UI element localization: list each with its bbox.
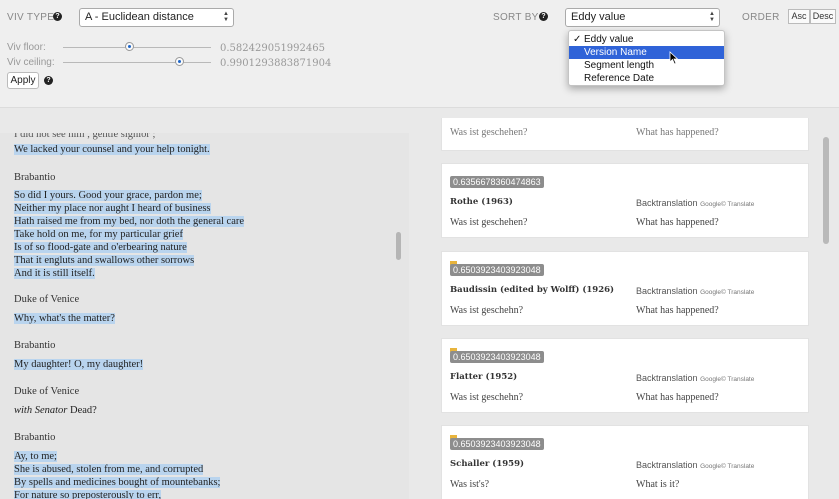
stage-direction: with Senator bbox=[14, 405, 68, 416]
sort-menu-item-eddy-value[interactable]: ✓ Eddy value bbox=[569, 33, 724, 46]
text-line: She is abused, stolen from me, and corru… bbox=[14, 464, 204, 475]
apply-help-icon[interactable]: ? bbox=[44, 76, 53, 85]
viv-floor-track[interactable] bbox=[63, 47, 211, 48]
backtranslation-label: Backtranslation Google© Translate bbox=[636, 460, 755, 470]
versions-scrollbar-thumb[interactable] bbox=[823, 137, 829, 244]
select-arrows-icon: ▲ ▼ bbox=[709, 11, 715, 23]
version-card[interactable]: Was ist geschehen? What has happened? bbox=[441, 118, 809, 151]
speaker-name: Brabantio bbox=[14, 172, 56, 183]
version-text: Was ist geschehen? bbox=[450, 127, 528, 138]
text-line: Take hold on me, for my particular grief bbox=[14, 229, 183, 240]
backtranslation-label: Backtranslation Google© Translate bbox=[636, 373, 755, 383]
eddy-score-badge: 0.6356678360474863 bbox=[450, 176, 544, 188]
sort-menu-item-version-name[interactable]: Version Name bbox=[569, 46, 724, 59]
text-line: Dead? bbox=[70, 405, 97, 416]
select-arrows-icon: ▲ ▼ bbox=[223, 11, 229, 23]
text-line: We lacked your counsel and your help ton… bbox=[14, 144, 210, 155]
version-text: Was ist geschehen? bbox=[450, 217, 528, 228]
version-name: Schaller (1959) bbox=[450, 459, 525, 469]
speaker-name: Duke of Venice bbox=[14, 294, 80, 305]
backtranslation-text: What has happened? bbox=[636, 127, 719, 138]
text-line: So did I yours. Good your grace, pardon … bbox=[14, 190, 202, 201]
speaker-name: Duke of Venice bbox=[14, 386, 80, 397]
backtranslation-text: What has happened? bbox=[636, 305, 719, 316]
viv-type-label: VIV TYPE bbox=[7, 12, 55, 23]
mouse-pointer-icon bbox=[669, 51, 679, 65]
speaker-name: Brabantio bbox=[14, 432, 56, 443]
sort-menu-item-segment-length[interactable]: Segment length bbox=[569, 59, 724, 72]
order-label: ORDER bbox=[742, 12, 780, 23]
text-line: Ay, to me; bbox=[14, 451, 57, 462]
viv-ceiling-track[interactable] bbox=[63, 62, 211, 63]
viv-type-help-icon[interactable]: ? bbox=[53, 12, 62, 21]
backtranslation-text: What has happened? bbox=[636, 217, 719, 228]
eddy-score-badge: 0.6503923403923048 bbox=[450, 264, 544, 276]
viv-floor-label: Viv floor: bbox=[7, 42, 46, 53]
text-line: I did not see him , gentle signior ; bbox=[14, 133, 156, 140]
viv-floor-value: 0.582429051992465 bbox=[220, 43, 325, 54]
checkmark-icon: ✓ bbox=[573, 34, 582, 45]
text-line: By spells and medicines bought of mounte… bbox=[14, 477, 221, 488]
version-name: Rothe (1963) bbox=[450, 197, 513, 207]
backtranslation-text: What has happened? bbox=[636, 392, 719, 403]
viv-ceiling-slider-handle[interactable] bbox=[175, 57, 185, 66]
text-line: Neither my place nor aught I heard of bu… bbox=[14, 203, 211, 214]
sort-by-menu: ✓ Eddy value Version Name Segment length… bbox=[568, 30, 725, 86]
backtranslation-label: Backtranslation Google© Translate bbox=[636, 198, 755, 208]
version-card[interactable]: 0.6503923403923048 Baudissin (edited by … bbox=[441, 251, 809, 326]
text-line: My daughter! O, my daughter! bbox=[14, 359, 144, 370]
version-text: Was ist geschehn? bbox=[450, 392, 524, 403]
viv-type-value: A - Euclidean distance bbox=[85, 11, 194, 23]
backtranslation-label: Backtranslation Google© Translate bbox=[636, 286, 755, 296]
sort-by-select[interactable]: Eddy value ▲ ▼ bbox=[565, 8, 720, 27]
version-text: Was ist geschehn? bbox=[450, 305, 524, 316]
sort-by-value: Eddy value bbox=[571, 11, 626, 23]
source-scrollbar-thumb[interactable] bbox=[396, 232, 401, 260]
order-desc-button[interactable]: Desc bbox=[810, 9, 836, 24]
versions-panel: Was ist geschehen? What has happened? 0.… bbox=[432, 118, 814, 499]
version-card[interactable]: 0.6356678360474863 Rothe (1963) Backtran… bbox=[441, 163, 809, 238]
backtranslation-text: What is it? bbox=[636, 479, 680, 490]
text-line: Hath raised me from my bed, nor doth the… bbox=[14, 216, 245, 227]
text-line: Why, what's the matter? bbox=[14, 313, 115, 324]
sort-by-label: SORT BY bbox=[493, 12, 539, 23]
source-text-panel: I did not see him , gentle signior ; We … bbox=[0, 133, 409, 499]
text-line: For nature so preposterously to err, bbox=[14, 490, 162, 499]
text-line: That it engluts and swallows other sorro… bbox=[14, 255, 195, 266]
version-card[interactable]: 0.6503923403923048 Flatter (1952) Backtr… bbox=[441, 338, 809, 413]
version-card[interactable]: 0.6503923403923048 Schaller (1959) Backt… bbox=[441, 425, 809, 499]
version-text: Was ist's? bbox=[450, 479, 490, 490]
sort-menu-item-reference-date[interactable]: Reference Date bbox=[569, 72, 724, 85]
viv-type-select[interactable]: A - Euclidean distance ▲ ▼ bbox=[79, 8, 234, 27]
viv-floor-slider-handle[interactable] bbox=[125, 42, 135, 51]
viv-ceiling-label: Viv ceiling: bbox=[7, 57, 55, 68]
version-name: Flatter (1952) bbox=[450, 372, 518, 382]
order-asc-button[interactable]: Asc bbox=[788, 9, 810, 24]
text-line: Is of so flood-gate and o'erbearing natu… bbox=[14, 242, 187, 253]
eddy-score-badge: 0.6503923403923048 bbox=[450, 351, 544, 363]
viv-ceiling-value: 0.9901293883871904 bbox=[220, 58, 332, 69]
apply-button[interactable]: Apply bbox=[7, 72, 39, 89]
speaker-name: Brabantio bbox=[14, 340, 56, 351]
sort-by-help-icon[interactable]: ? bbox=[539, 12, 548, 21]
text-line: And it is still itself. bbox=[14, 268, 95, 279]
eddy-score-badge: 0.6503923403923048 bbox=[450, 438, 544, 450]
version-name: Baudissin (edited by Wolff) (1926) bbox=[450, 285, 615, 295]
